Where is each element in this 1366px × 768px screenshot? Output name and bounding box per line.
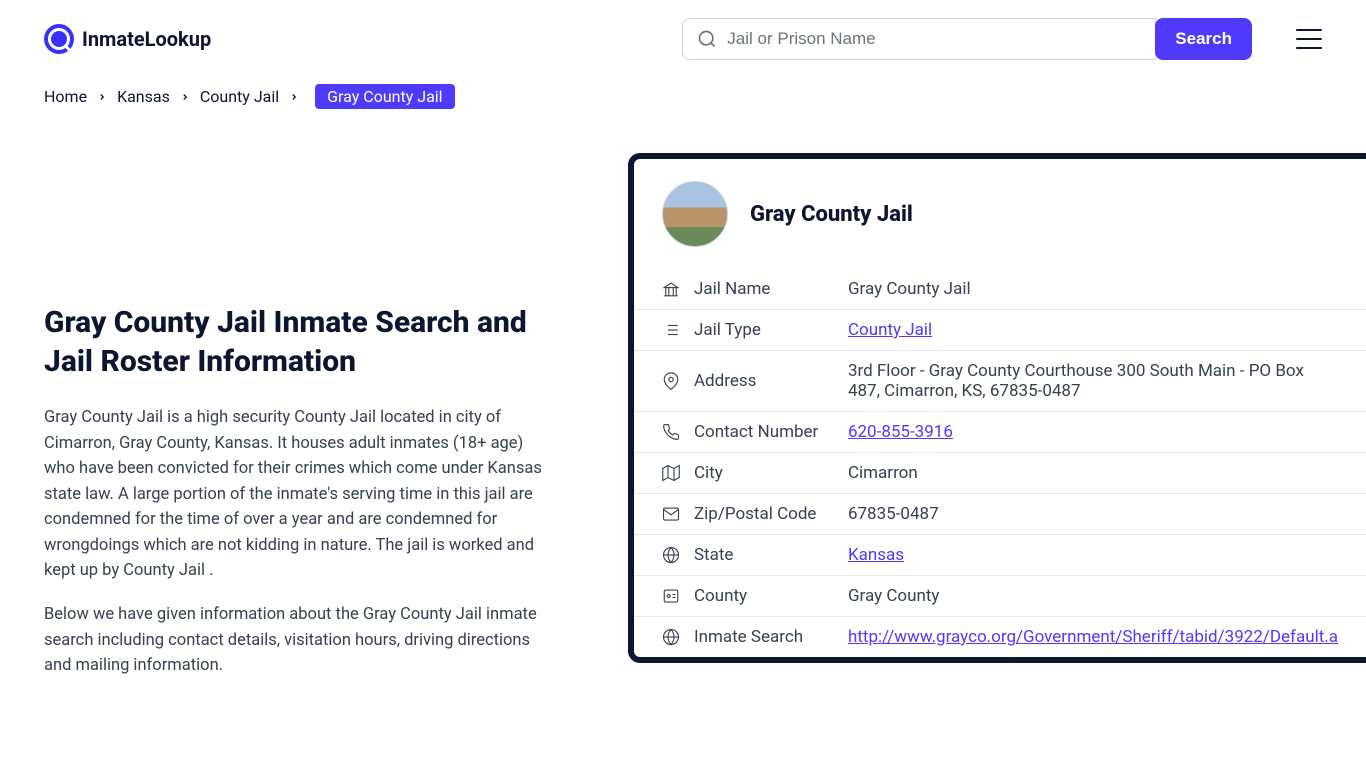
info-row: Inmate Search http://www.grayco.org/Gover… bbox=[634, 617, 1366, 657]
info-row-label: City bbox=[694, 463, 834, 483]
mail-icon bbox=[662, 505, 680, 523]
search-input[interactable] bbox=[727, 29, 1141, 49]
chevron-right-icon bbox=[97, 92, 107, 102]
search-button[interactable]: Search bbox=[1155, 18, 1252, 60]
info-row: Jail Type County Jail bbox=[634, 310, 1366, 351]
breadcrumb-home[interactable]: Home bbox=[44, 87, 87, 106]
info-row-label: Contact Number bbox=[694, 422, 834, 442]
chevron-right-icon bbox=[289, 92, 299, 102]
search-box[interactable] bbox=[682, 18, 1156, 60]
web-icon bbox=[662, 628, 680, 646]
info-row-value: Gray County bbox=[848, 586, 940, 606]
list-icon bbox=[662, 321, 680, 339]
card-title: Gray County Jail bbox=[750, 202, 913, 227]
info-row-label: Zip/Postal Code bbox=[694, 504, 834, 524]
breadcrumb-type[interactable]: County Jail bbox=[200, 87, 279, 106]
hamburger-line bbox=[1296, 29, 1322, 31]
header: InmateLookup Search bbox=[0, 0, 1366, 78]
jail-avatar bbox=[662, 181, 728, 247]
info-row: Contact Number 620-855-3916 bbox=[634, 412, 1366, 453]
info-row-value: County Jail bbox=[848, 320, 932, 340]
info-row-link[interactable]: http://www.grayco.org/Government/Sheriff… bbox=[848, 627, 1338, 647]
info-row-value: Gray County Jail bbox=[848, 279, 971, 299]
chevron-right-icon bbox=[180, 92, 190, 102]
header-right: Search bbox=[682, 18, 1322, 60]
info-row-value: http://www.grayco.org/Government/Sheriff… bbox=[848, 627, 1338, 647]
info-row-label: Jail Type bbox=[694, 320, 834, 340]
breadcrumb-state[interactable]: Kansas bbox=[117, 87, 170, 106]
bank-icon bbox=[662, 280, 680, 298]
map-icon bbox=[662, 464, 680, 482]
info-row-value: 3rd Floor - Gray County Courthouse 300 S… bbox=[848, 361, 1338, 401]
info-row: Jail Name Gray County Jail bbox=[634, 269, 1366, 310]
logo-icon bbox=[44, 24, 74, 54]
phone-icon bbox=[662, 423, 680, 441]
info-row-value: Cimarron bbox=[848, 463, 918, 483]
breadcrumb: Home Kansas County Jail Gray County Jail bbox=[0, 84, 1366, 109]
search-form: Search bbox=[682, 18, 1252, 60]
info-row-value: 620-855-3916 bbox=[848, 422, 953, 442]
page-description-1: Gray County Jail is a high security Coun… bbox=[44, 405, 554, 584]
info-row: City Cimarron bbox=[634, 453, 1366, 494]
left-column: Gray County Jail Inmate Search and Jail … bbox=[44, 153, 554, 697]
info-rows: Jail Name Gray County Jail Jail Type County… bbox=[634, 269, 1366, 657]
info-row-link[interactable]: Kansas bbox=[848, 545, 904, 565]
info-row: Zip/Postal Code 67835-0487 bbox=[634, 494, 1366, 535]
info-row: County Gray County bbox=[634, 576, 1366, 617]
jail-info-card: Gray County Jail Jail Name Gray County Ja… bbox=[628, 153, 1366, 663]
main-content: Gray County Jail Inmate Search and Jail … bbox=[0, 109, 1366, 741]
hamburger-line bbox=[1296, 47, 1322, 49]
info-row-value: 67835-0487 bbox=[848, 504, 939, 524]
search-icon bbox=[697, 29, 717, 49]
info-row-label: Jail Name bbox=[694, 279, 834, 299]
info-row-label: State bbox=[694, 545, 834, 565]
pin-icon bbox=[662, 372, 680, 390]
page-description-2: Below we have given information about th… bbox=[44, 602, 554, 679]
info-row: State Kansas bbox=[634, 535, 1366, 576]
info-row: Address 3rd Floor - Gray County Courthous… bbox=[634, 351, 1366, 412]
logo-text: InmateLookup bbox=[82, 27, 211, 51]
info-row-label: Inmate Search bbox=[694, 627, 834, 647]
info-row-link[interactable]: County Jail bbox=[848, 320, 932, 340]
info-row-label: Address bbox=[694, 371, 834, 391]
hamburger-line bbox=[1296, 38, 1322, 40]
badge-icon bbox=[662, 587, 680, 605]
info-row-link[interactable]: 620-855-3916 bbox=[848, 422, 953, 442]
menu-button[interactable] bbox=[1296, 29, 1322, 49]
logo[interactable]: InmateLookup bbox=[44, 24, 211, 54]
breadcrumb-current: Gray County Jail bbox=[315, 84, 454, 109]
page-title: Gray County Jail Inmate Search and Jail … bbox=[44, 303, 554, 381]
right-column: Gray County Jail Jail Name Gray County Ja… bbox=[610, 153, 1322, 663]
globe-icon bbox=[662, 546, 680, 564]
card-header: Gray County Jail bbox=[634, 159, 1366, 269]
info-row-value: Kansas bbox=[848, 545, 904, 565]
info-row-label: County bbox=[694, 586, 834, 606]
